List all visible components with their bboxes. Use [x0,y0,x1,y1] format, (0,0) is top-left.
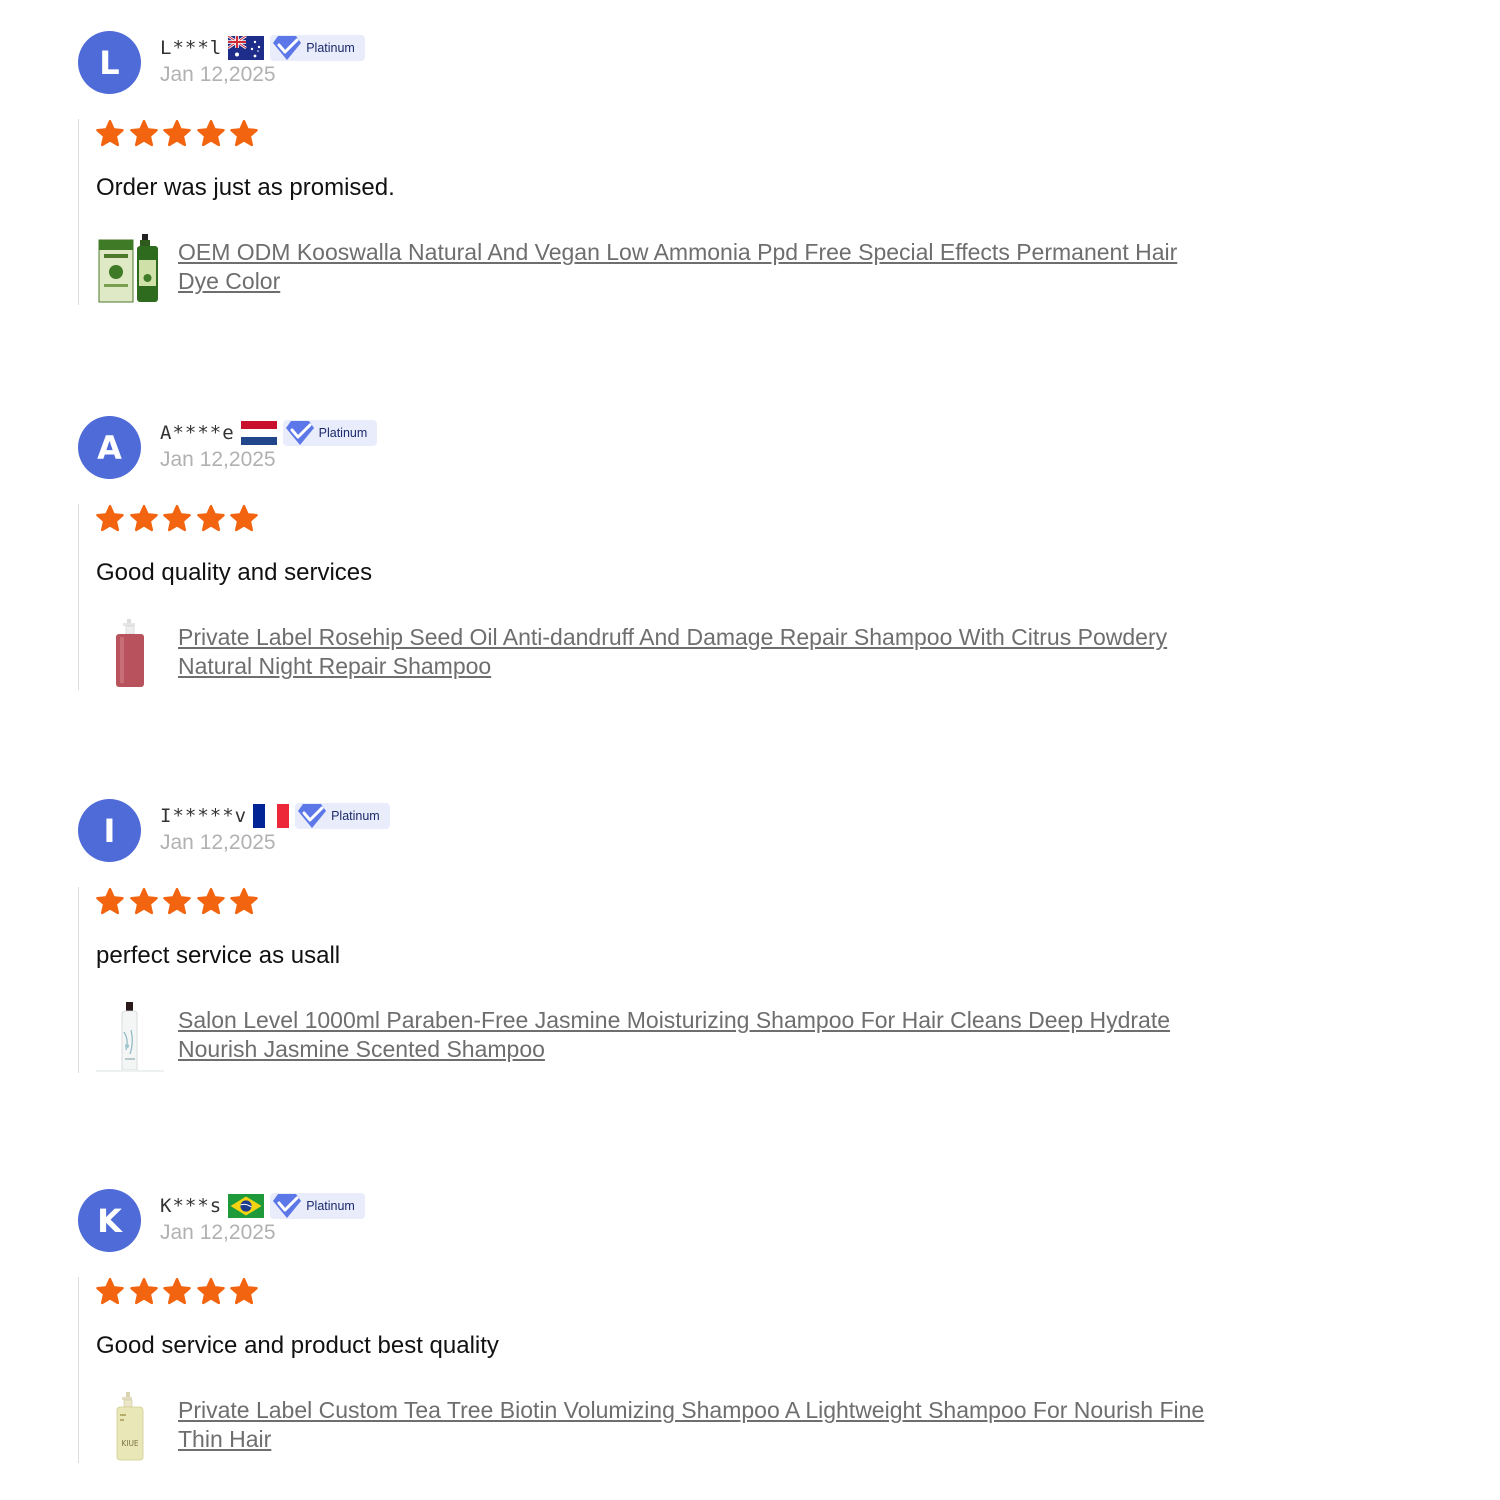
review-card: L L***l Platinum Jan 12,2025 Order was j… [78,31,1378,331]
star-rating [95,1277,259,1307]
brazil-flag-icon [228,1194,265,1218]
review-date: Jan 12,2025 [160,448,276,471]
reviewer-info: I*****v Platinum [160,801,390,831]
france-flag-icon [253,804,290,828]
star-icon [95,1277,125,1307]
avatar: A [78,416,141,479]
review-comment: Good quality and services [96,559,373,586]
diamond-check-icon [297,803,327,829]
review-date: Jan 12,2025 [160,63,276,86]
avatar: L [78,31,141,94]
star-icon [229,119,259,149]
star-icon [129,504,159,534]
star-icon [196,887,226,917]
star-rating [95,887,259,917]
platinum-badge: Platinum [270,35,365,61]
product-thumbnail[interactable] [96,619,164,689]
badge-label: Platinum [318,426,368,440]
star-icon [162,1277,192,1307]
star-rating [95,119,259,149]
badge-label: Platinum [306,1199,355,1213]
avatar: I [78,799,141,862]
reviewer-info: K***s Platinum [160,1191,365,1221]
review-card: A A****e Platinum Jan 12,2025 Good quali… [78,416,1378,716]
diamond-check-icon [285,420,315,446]
reviewed-product: Salon Level 1000ml Paraben-Free Jasmine … [96,1002,1218,1072]
star-icon [196,119,226,149]
reviewer-name: I*****v [160,805,248,827]
star-icon [95,119,125,149]
reviewer-info: L***l Platinum [160,33,365,63]
review-comment: Order was just as promised. [96,174,395,201]
badge-label: Platinum [331,809,380,823]
star-icon [162,504,192,534]
star-icon [129,119,159,149]
platinum-badge: Platinum [295,803,390,829]
thumbnail-brand-text: KIUE [121,1439,139,1448]
review-body: Good quality and services Private Label … [78,504,1279,690]
star-icon [196,1277,226,1307]
reviewer-name: K***s [160,1195,223,1217]
reviewer-name: A****e [160,422,235,444]
review-card: I I*****v Platinum Jan 12,2025 perfect s… [78,799,1378,1099]
star-icon [229,504,259,534]
star-icon [129,887,159,917]
review-body: Good service and product best quality KI… [78,1277,1279,1463]
star-rating [95,504,259,534]
platinum-badge: Platinum [282,420,378,446]
avatar: K [78,1189,141,1252]
review-comment: Good service and product best quality [96,1332,499,1359]
product-thumbnail[interactable] [96,234,164,304]
australia-flag-icon [228,36,265,60]
review-card: K K***s Platinum Jan 12,2025 Good servic… [78,1189,1378,1489]
star-icon [95,504,125,534]
star-icon [95,887,125,917]
product-thumbnail[interactable] [96,1002,164,1072]
reviewed-product: Private Label Rosehip Seed Oil Anti-dand… [96,619,1218,689]
badge-label: Platinum [306,41,355,55]
star-icon [162,887,192,917]
reviewed-product: KIUE Private Label Custom Tea Tree Bioti… [96,1392,1218,1462]
review-date: Jan 12,2025 [160,1221,276,1244]
star-icon [162,119,192,149]
review-comment: perfect service as usall [96,942,341,969]
platinum-badge: Platinum [270,1193,365,1219]
diamond-check-icon [272,1193,302,1219]
product-link[interactable]: OEM ODM Kooswalla Natural And Vegan Low … [178,238,1218,296]
netherlands-flag-icon [240,421,277,445]
review-date: Jan 12,2025 [160,831,276,854]
star-icon [229,1277,259,1307]
reviewer-info: A****e Platinum [160,418,378,448]
diamond-check-icon [272,35,302,61]
product-link[interactable]: Salon Level 1000ml Paraben-Free Jasmine … [178,1006,1218,1064]
product-link[interactable]: Private Label Rosehip Seed Oil Anti-dand… [178,623,1218,681]
product-thumbnail[interactable]: KIUE [96,1392,164,1462]
star-icon [129,1277,159,1307]
reviewed-product: OEM ODM Kooswalla Natural And Vegan Low … [96,234,1218,304]
review-body: perfect service as usall Salon Level 100… [78,887,1279,1073]
review-body: Order was just as promised. OEM ODM Koos… [78,119,1279,305]
reviewer-name: L***l [160,37,223,59]
star-icon [229,887,259,917]
star-icon [196,504,226,534]
product-link[interactable]: Private Label Custom Tea Tree Biotin Vol… [178,1396,1218,1454]
